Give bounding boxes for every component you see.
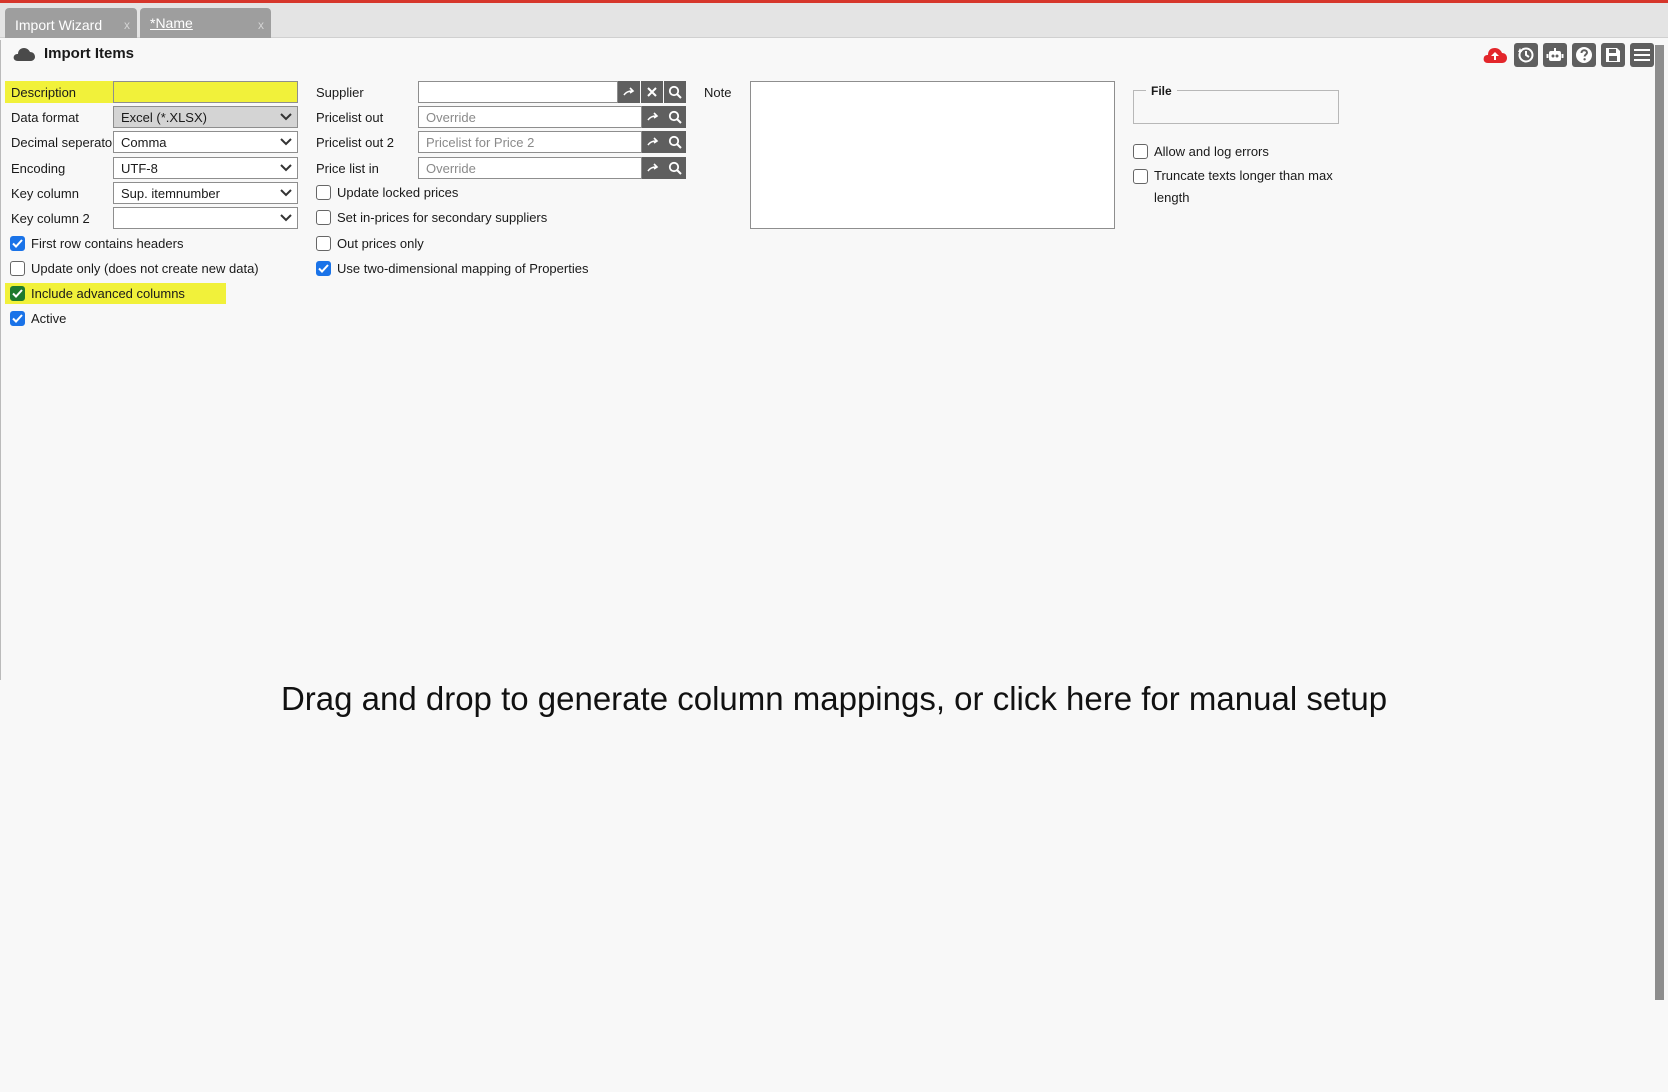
checkbox-checked-icon[interactable]	[10, 286, 25, 301]
key-column-value: Sup. itemnumber	[121, 186, 220, 201]
decimal-separator-value: Comma	[121, 135, 167, 150]
search-icon[interactable]	[664, 106, 686, 128]
pricelist-out-input[interactable]	[418, 106, 642, 128]
first-row-headers-checkbox[interactable]: First row contains headers	[10, 236, 183, 251]
key-column-label: Key column	[11, 186, 79, 201]
two-dimensional-mapping-checkbox[interactable]: Use two-dimensional mapping of Propertie…	[316, 261, 588, 276]
checkbox-label: Allow and log errors	[1154, 144, 1269, 159]
data-format-label: Data format	[11, 110, 79, 125]
checkbox-unchecked-icon[interactable]	[316, 236, 331, 251]
robot-icon[interactable]	[1543, 43, 1567, 67]
data-format-value: Excel (*.XLSX)	[121, 110, 207, 125]
include-advanced-columns-checkbox[interactable]: Include advanced columns	[10, 286, 185, 301]
price-list-in-input-text[interactable]	[419, 158, 641, 178]
chevron-down-icon	[279, 136, 293, 151]
toolbar	[1481, 43, 1654, 67]
supplier-input-text[interactable]	[419, 82, 617, 102]
checkbox-unchecked-icon[interactable]	[316, 185, 331, 200]
description-input-text[interactable]	[114, 82, 297, 102]
description-input[interactable]	[113, 81, 298, 103]
price-list-in-input[interactable]	[418, 157, 642, 179]
file-legend: File	[1146, 84, 1177, 98]
checkbox-label: Include advanced columns	[31, 286, 185, 301]
clear-x-icon[interactable]	[641, 81, 663, 103]
tab-close-icon[interactable]: x	[258, 18, 264, 32]
supplier-input[interactable]	[418, 81, 618, 103]
note-label: Note	[704, 85, 732, 100]
active-checkbox[interactable]: Active	[10, 311, 66, 326]
goto-arrow-icon[interactable]	[642, 157, 664, 179]
tab-name[interactable]: *Name x	[140, 8, 271, 38]
price-list-in-label: Price list in	[316, 161, 379, 176]
pricelist-out-label: Pricelist out	[316, 110, 384, 125]
data-format-select[interactable]: Excel (*.XLSX)	[113, 106, 298, 128]
update-only-checkbox[interactable]: Update only (does not create new data)	[10, 261, 259, 276]
key-column-2-label: Key column 2	[11, 211, 90, 226]
out-prices-only-checkbox[interactable]: Out prices only	[316, 236, 424, 251]
checkbox-label: Update locked prices	[337, 185, 459, 200]
tab-import-wizard[interactable]: Import Wizard x	[5, 8, 137, 38]
checkbox-label: Set in-prices for secondary suppliers	[337, 210, 548, 225]
page-title-text: Import Items	[44, 45, 135, 62]
history-icon[interactable]	[1514, 43, 1538, 67]
checkbox-label: Active	[31, 311, 67, 326]
decimal-separator-select[interactable]: Comma	[113, 131, 298, 153]
key-column-2-select[interactable]	[113, 207, 298, 229]
checkbox-label: Use two-dimensional mapping of Propertie…	[337, 261, 589, 276]
goto-arrow-icon[interactable]	[618, 81, 640, 103]
search-icon[interactable]	[664, 131, 686, 153]
checkbox-label: Update only (does not create new data)	[31, 261, 259, 276]
pricelist-out-2-input[interactable]	[418, 131, 642, 153]
pricelist-out-input-text[interactable]	[419, 107, 641, 127]
tab-label: *Name	[150, 15, 193, 31]
checkbox-unchecked-icon[interactable]	[10, 261, 25, 276]
left-edge	[0, 40, 5, 680]
set-in-prices-checkbox[interactable]: Set in-prices for secondary suppliers	[316, 210, 547, 225]
save-icon[interactable]	[1601, 43, 1625, 67]
checkbox-checked-icon[interactable]	[10, 236, 25, 251]
truncate-texts-checkbox[interactable]: Truncate texts longer than max length	[1133, 168, 1333, 209]
allow-log-errors-checkbox[interactable]: Allow and log errors	[1133, 144, 1269, 159]
encoding-label: Encoding	[11, 161, 66, 176]
decimal-separator-label: Decimal seperator	[11, 135, 117, 150]
checkbox-unchecked-icon[interactable]	[316, 210, 331, 225]
checkbox-unchecked-icon[interactable]	[1133, 169, 1148, 184]
description-label: Description	[5, 81, 114, 103]
chevron-down-icon	[279, 212, 293, 227]
cloud-upload-icon[interactable]	[1481, 43, 1509, 67]
search-icon[interactable]	[664, 157, 686, 179]
help-icon[interactable]	[1572, 43, 1596, 67]
supplier-label: Supplier	[316, 85, 364, 100]
dropzone-manual-setup[interactable]: Drag and drop to generate column mapping…	[0, 680, 1668, 718]
checkbox-checked-icon[interactable]	[316, 261, 331, 276]
chevron-down-icon	[279, 162, 293, 177]
pricelist-out-2-label: Pricelist out 2	[316, 135, 395, 150]
checkbox-label: Truncate texts longer than max length	[1154, 168, 1333, 205]
goto-arrow-icon[interactable]	[642, 131, 664, 153]
key-column-select[interactable]: Sup. itemnumber	[113, 182, 298, 204]
checkbox-checked-icon[interactable]	[10, 311, 25, 326]
pricelist-out-2-input-text[interactable]	[419, 132, 641, 152]
chevron-down-icon	[279, 111, 293, 126]
checkbox-unchecked-icon[interactable]	[1133, 144, 1148, 159]
tab-close-icon[interactable]: x	[124, 18, 130, 32]
encoding-select[interactable]: UTF-8	[113, 157, 298, 179]
search-icon[interactable]	[664, 81, 686, 103]
goto-arrow-icon[interactable]	[642, 106, 664, 128]
vertical-scrollbar[interactable]	[1655, 45, 1664, 1000]
cloud-icon	[12, 46, 36, 62]
chevron-down-icon	[279, 187, 293, 202]
encoding-value: UTF-8	[121, 161, 158, 176]
checkbox-label: First row contains headers	[31, 236, 184, 251]
update-locked-prices-checkbox[interactable]: Update locked prices	[316, 185, 458, 200]
menu-icon[interactable]	[1630, 43, 1654, 67]
note-textarea[interactable]	[750, 81, 1115, 229]
checkbox-label: Out prices only	[337, 236, 424, 251]
page-title: Import Items	[12, 45, 134, 62]
tab-label: Import Wizard	[15, 17, 103, 33]
tab-bar: Import Wizard x *Name x	[0, 3, 1668, 38]
